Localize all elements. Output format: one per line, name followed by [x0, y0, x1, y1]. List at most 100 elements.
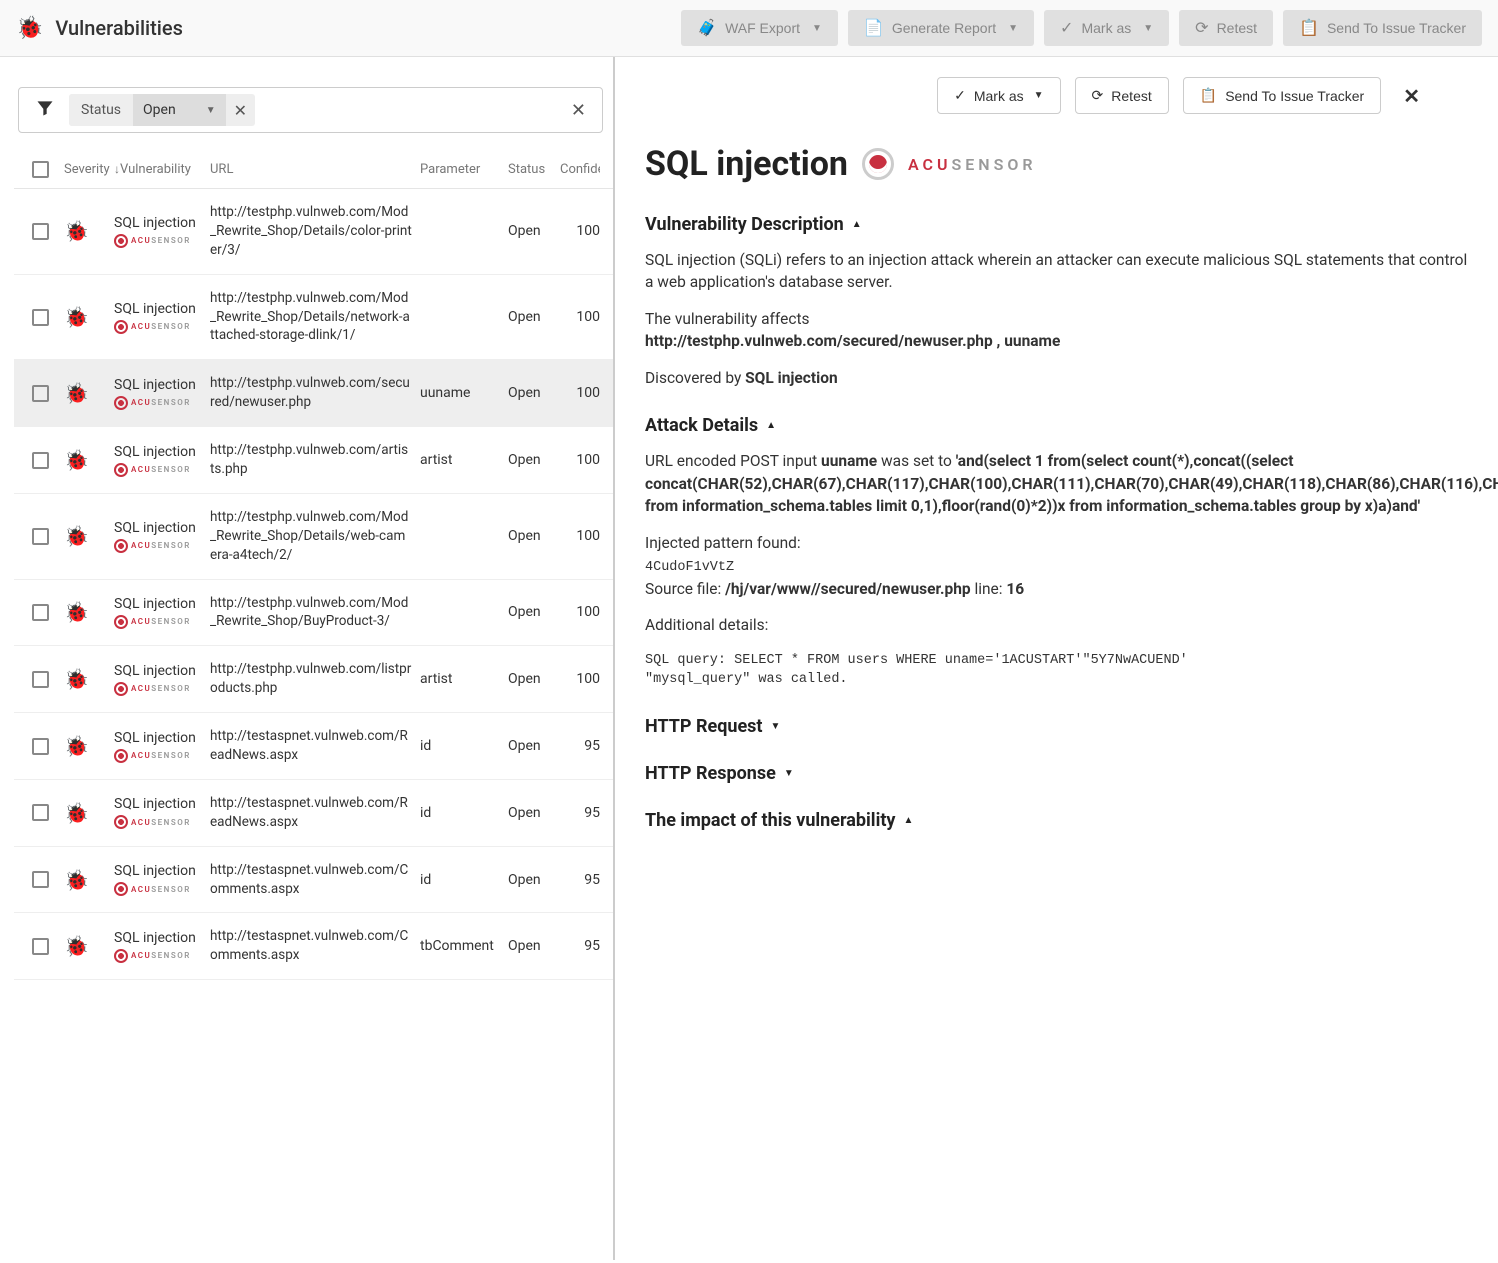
- col-confidence[interactable]: Confidence: [560, 162, 600, 177]
- severity-bug-icon: 🐞: [64, 934, 89, 958]
- vulnerability-detail-panel: ✓ Mark as ▼ ⟳ Retest 📋 Send To Issue Tra…: [615, 57, 1498, 1260]
- send-tracker-button[interactable]: 📋 Send To Issue Tracker: [1283, 10, 1482, 46]
- row-status: Open: [508, 805, 541, 821]
- acusensor-badge: ACUSENSOR: [114, 320, 210, 334]
- page-title: Vulnerabilities: [55, 16, 183, 40]
- row-status: Open: [508, 309, 541, 325]
- row-confidence: 95: [584, 738, 600, 754]
- detail-title: SQL injection: [645, 144, 848, 184]
- row-confidence: 95: [584, 872, 600, 888]
- table-row[interactable]: 🐞SQL injectionACUSENSORhttp://testphp.vu…: [14, 189, 613, 275]
- generate-report-button[interactable]: 📄 Generate Report ▼: [848, 10, 1034, 46]
- bug-icon: 🐞: [16, 16, 43, 41]
- section-vuln-description[interactable]: Vulnerability Description ▲: [645, 214, 1468, 235]
- section-http-request[interactable]: HTTP Request ▼: [645, 716, 1468, 737]
- detail-retest-button[interactable]: ⟳ Retest: [1075, 77, 1169, 114]
- retest-label: Retest: [1217, 20, 1257, 36]
- severity-bug-icon: 🐞: [64, 524, 89, 548]
- top-bar: 🐞 Vulnerabilities 🧳 WAF Export ▼ 📄 Gener…: [0, 0, 1498, 57]
- table-row[interactable]: 🐞SQL injectionACUSENSORhttp://testphp.vu…: [14, 646, 613, 713]
- detail-actions: ✓ Mark as ▼ ⟳ Retest 📋 Send To Issue Tra…: [645, 77, 1428, 114]
- severity-bug-icon: 🐞: [64, 801, 89, 825]
- row-confidence: 100: [576, 604, 600, 620]
- main-layout: Status Open ▼ ✕ ✕ Severity ↓Vulnerabilit…: [0, 57, 1498, 1260]
- filter-icon[interactable]: [29, 98, 61, 123]
- vuln-name: SQL injection: [114, 301, 210, 317]
- row-url: http://testaspnet.vulnweb.com/Comments.a…: [210, 927, 412, 965]
- table-row[interactable]: 🐞SQL injectionACUSENSORhttp://testphp.vu…: [14, 580, 613, 647]
- row-confidence: 95: [584, 938, 600, 954]
- section-attack-details[interactable]: Attack Details ▲: [645, 415, 1468, 436]
- waf-export-button[interactable]: 🧳 WAF Export ▼: [681, 10, 838, 46]
- table-row[interactable]: 🐞SQL injectionACUSENSORhttp://testphp.vu…: [14, 494, 613, 580]
- section-label: HTTP Response: [645, 763, 776, 784]
- row-checkbox[interactable]: [32, 309, 49, 326]
- detail-tracker-button[interactable]: 📋 Send To Issue Tracker: [1183, 77, 1381, 114]
- severity-bug-icon: 🐞: [64, 868, 89, 892]
- filter-chip-select[interactable]: Open ▼: [133, 94, 226, 126]
- mark-as-button[interactable]: ✓ Mark as ▼: [1044, 10, 1169, 46]
- row-checkbox[interactable]: [32, 223, 49, 240]
- col-vulnerability[interactable]: ↓Vulnerability: [114, 162, 210, 177]
- section-vuln-description-body: SQL injection (SQLi) refers to an inject…: [645, 249, 1468, 389]
- briefcase-icon: 🧳: [697, 18, 717, 38]
- row-checkbox[interactable]: [32, 871, 49, 888]
- row-checkbox[interactable]: [32, 528, 49, 545]
- close-detail-button[interactable]: ✕: [1395, 80, 1428, 112]
- acusensor-ring-icon: [114, 882, 128, 896]
- clear-filters-button[interactable]: ✕: [565, 100, 592, 121]
- col-status[interactable]: Status: [508, 162, 560, 177]
- caret-down-icon: ▼: [206, 105, 216, 116]
- row-parameter: tbComment: [420, 938, 494, 954]
- table-row[interactable]: 🐞SQL injectionACUSENSORhttp://testphp.vu…: [14, 275, 613, 361]
- acusensor-badge: ACUSENSOR: [114, 749, 210, 763]
- row-status: Open: [508, 671, 541, 687]
- acusensor-badge: ACUSENSOR: [114, 615, 210, 629]
- row-parameter: uuname: [420, 385, 470, 401]
- section-http-response[interactable]: HTTP Response ▼: [645, 763, 1468, 784]
- vuln-name: SQL injection: [114, 596, 210, 612]
- filter-bar: Status Open ▼ ✕ ✕: [18, 87, 603, 133]
- col-parameter[interactable]: Parameter: [420, 162, 508, 177]
- vuln-name: SQL injection: [114, 520, 210, 536]
- top-bar-left: 🐞 Vulnerabilities: [16, 16, 183, 41]
- section-label: Attack Details: [645, 415, 758, 436]
- table-row[interactable]: 🐞SQL injectionACUSENSORhttp://testaspnet…: [14, 780, 613, 847]
- table-row[interactable]: 🐞SQL injectionACUSENSORhttp://testphp.vu…: [14, 427, 613, 494]
- desc-text: SQL injection (SQLi) refers to an inject…: [645, 249, 1468, 294]
- acusensor-ring-icon: [114, 396, 128, 410]
- acusensor-ring-icon: [114, 815, 128, 829]
- caret-up-icon: ▲: [766, 420, 776, 431]
- row-checkbox[interactable]: [32, 452, 49, 469]
- col-severity[interactable]: Severity: [62, 162, 114, 177]
- row-checkbox[interactable]: [32, 604, 49, 621]
- table-row[interactable]: 🐞SQL injectionACUSENSORhttp://testphp.vu…: [14, 360, 613, 427]
- row-checkbox[interactable]: [32, 938, 49, 955]
- detail-title-row: SQL injection ACUSENSOR: [645, 144, 1468, 184]
- acusensor-badge: ACUSENSOR: [114, 682, 210, 696]
- filter-chip-label: Status: [69, 94, 133, 126]
- row-checkbox[interactable]: [32, 738, 49, 755]
- detail-mark-as-button[interactable]: ✓ Mark as ▼: [937, 77, 1060, 114]
- row-status: Open: [508, 604, 541, 620]
- waf-export-label: WAF Export: [725, 20, 800, 36]
- row-url: http://testphp.vulnweb.com/Mod_Rewrite_S…: [210, 508, 412, 565]
- section-impact[interactable]: The impact of this vulnerability ▲: [645, 810, 1468, 831]
- filter-chip-remove[interactable]: ✕: [226, 101, 255, 120]
- table-row[interactable]: 🐞SQL injectionACUSENSORhttp://testaspnet…: [14, 847, 613, 914]
- severity-bug-icon: 🐞: [64, 381, 89, 405]
- col-url[interactable]: URL: [210, 162, 420, 177]
- acusensor-ring-icon: [114, 463, 128, 477]
- table-row[interactable]: 🐞SQL injectionACUSENSORhttp://testaspnet…: [14, 713, 613, 780]
- detail-retest-label: Retest: [1111, 88, 1151, 104]
- row-checkbox[interactable]: [32, 804, 49, 821]
- retest-button[interactable]: ⟳ Retest: [1179, 10, 1273, 46]
- generate-report-label: Generate Report: [892, 20, 996, 36]
- mark-as-label: Mark as: [1081, 20, 1131, 36]
- row-checkbox[interactable]: [32, 385, 49, 402]
- select-all-checkbox[interactable]: [32, 161, 49, 178]
- row-parameter: artist: [420, 452, 453, 468]
- row-checkbox[interactable]: [32, 671, 49, 688]
- table-row[interactable]: 🐞SQL injectionACUSENSORhttp://testaspnet…: [14, 913, 613, 980]
- row-parameter: id: [420, 805, 431, 821]
